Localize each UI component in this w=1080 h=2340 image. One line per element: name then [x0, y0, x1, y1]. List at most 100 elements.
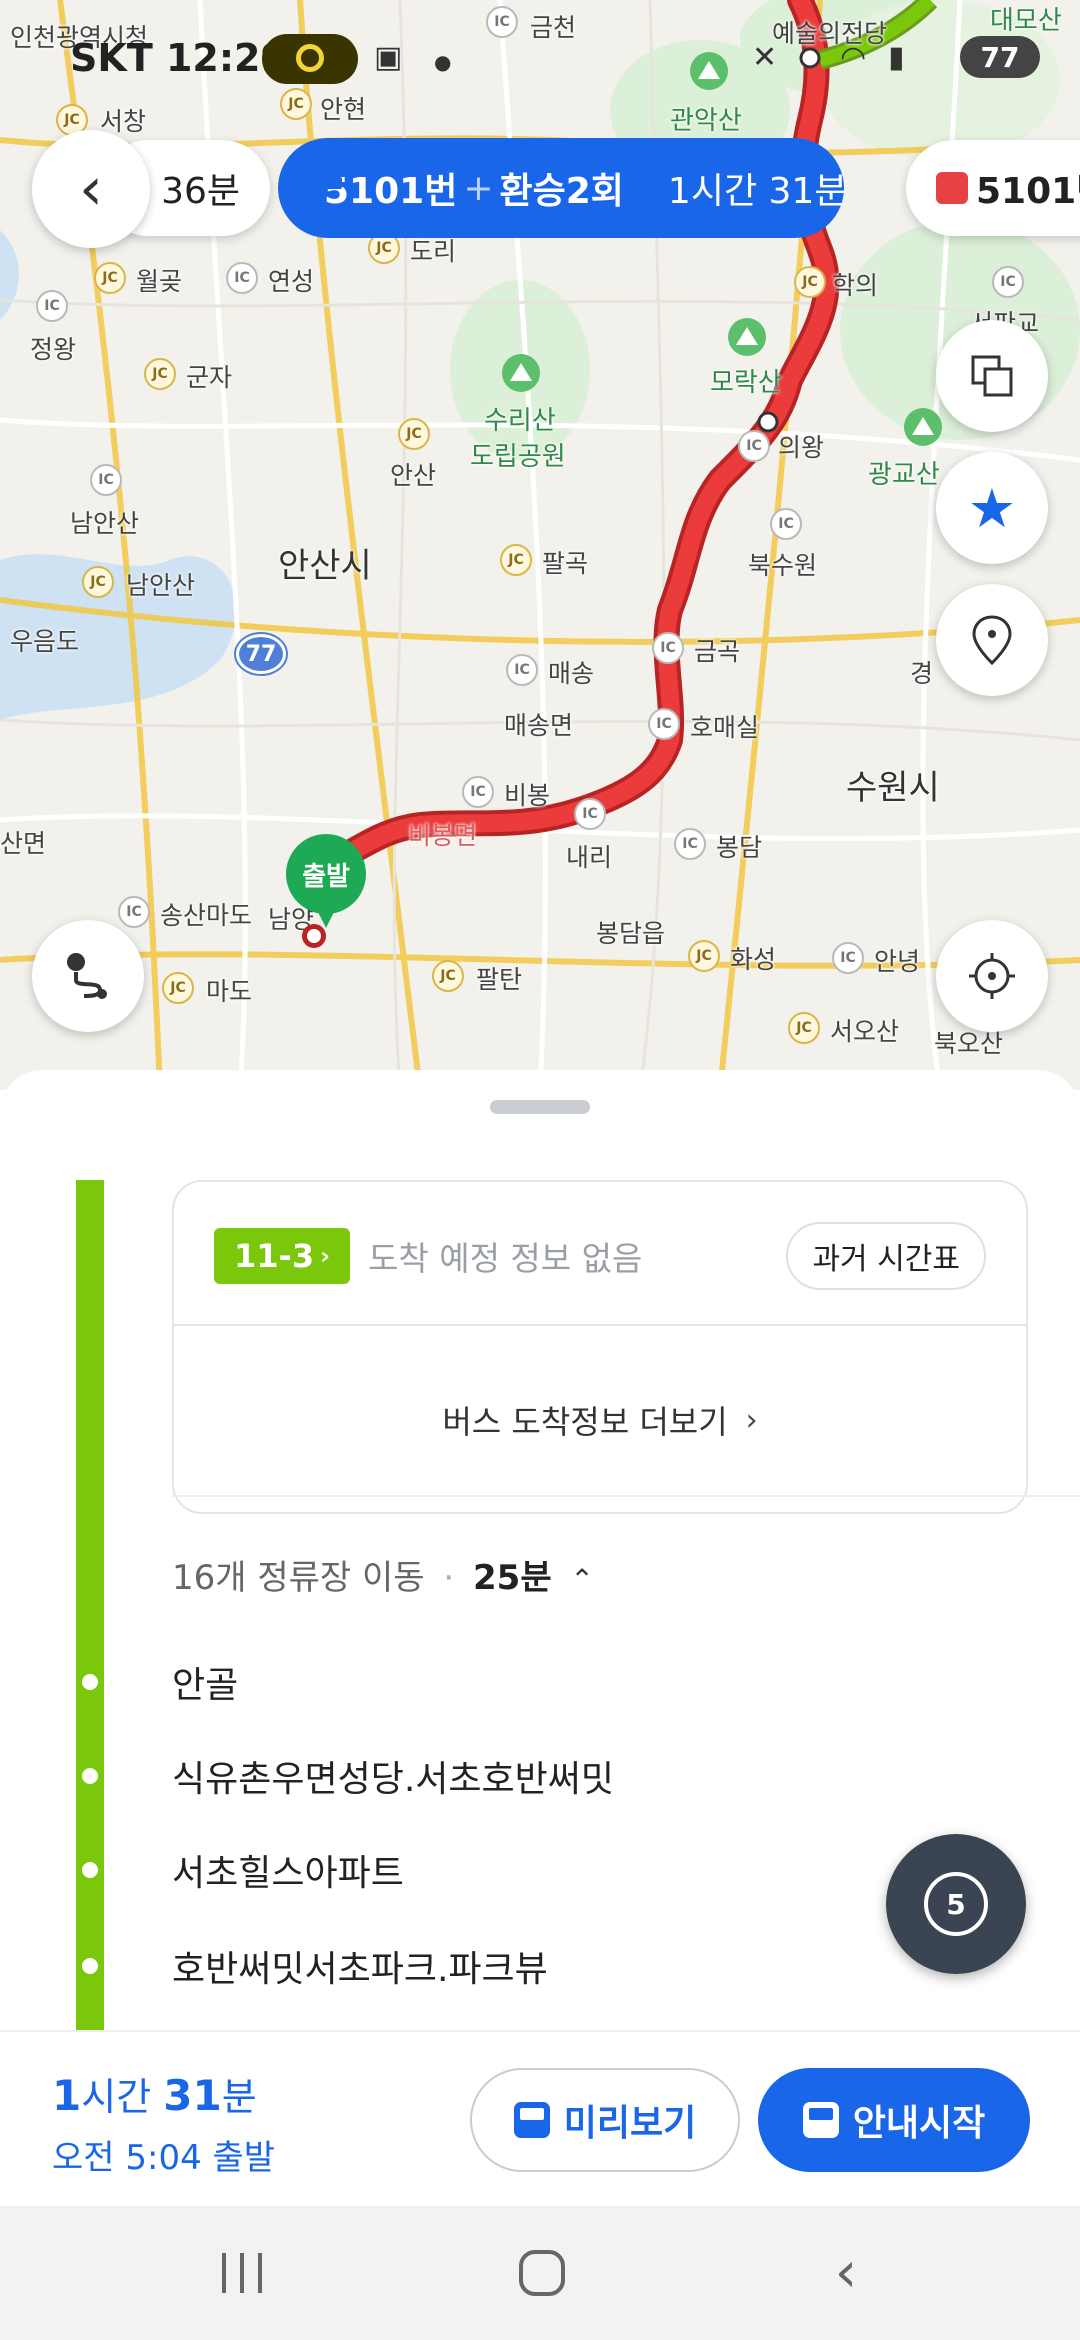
map-label: 광교산	[868, 460, 940, 490]
total-travel-time: 1시간 31분	[52, 2066, 257, 2121]
jc-marker: JC	[432, 960, 464, 992]
stop-dot	[82, 1674, 98, 1690]
preview-button[interactable]: 미리보기	[470, 2068, 740, 2172]
hours-unit: 시간	[81, 2075, 152, 2119]
route-view-button[interactable]	[32, 920, 144, 1032]
more-arrival-label: 버스 도착정보 더보기	[442, 1403, 728, 1441]
ic-marker: IC	[226, 262, 258, 294]
ic-marker: IC	[462, 776, 494, 808]
stops-count: 16개 정류장 이동	[172, 1558, 425, 1598]
map-label: 수원시	[846, 768, 940, 808]
map-label: 안녕	[874, 947, 921, 976]
route-option-next[interactable]: 5101번	[906, 140, 1080, 236]
recents-button[interactable]	[202, 2240, 282, 2306]
route-77-shield: 77	[236, 634, 286, 674]
favorite-button[interactable]: ★	[936, 452, 1048, 564]
map-label: 안산시	[278, 546, 372, 586]
home-button[interactable]	[502, 2240, 582, 2306]
ic-marker: IC	[574, 798, 606, 830]
start-marker[interactable]: 출발	[286, 834, 366, 944]
stop-dot	[82, 1768, 98, 1784]
status-time: SKT 12:29	[70, 36, 287, 80]
stop-item: 서초힐스아파트	[172, 1853, 404, 1894]
screenshot-icon: ▣	[374, 40, 403, 75]
layers-icon	[971, 355, 1013, 397]
map-label: 비봉	[504, 781, 551, 810]
route-path-icon	[67, 953, 107, 999]
mountain-icon	[502, 354, 540, 392]
chevron-right-icon: ›	[320, 1242, 330, 1270]
map-label: 팔탄	[476, 965, 523, 994]
jc-marker: JC	[688, 940, 720, 972]
map-label: 송산마도	[160, 901, 253, 930]
map-label: 월곶	[136, 267, 183, 296]
ic-marker: IC	[674, 828, 706, 860]
map-label: 우음도	[10, 627, 80, 656]
location-pin-button[interactable]	[936, 584, 1048, 696]
map-layers-button[interactable]	[936, 320, 1048, 432]
map-label: 도립공원	[470, 442, 566, 472]
signal-icon: ▮	[888, 40, 905, 75]
ic-marker: IC	[832, 942, 864, 974]
bus-icon	[802, 2102, 839, 2138]
refresh-count: 5	[946, 1887, 966, 1921]
route-bus-number: 5101번	[324, 171, 458, 212]
jc-marker: JC	[162, 972, 194, 1004]
map-label: 비봉면	[408, 821, 478, 850]
map-label: 매송	[548, 659, 595, 688]
jc-marker: JC	[94, 262, 126, 294]
ic-marker: IC	[652, 632, 684, 664]
separator-dot: ·	[443, 1558, 455, 1598]
map-pin-icon	[972, 615, 1012, 666]
chevron-up-icon: ⌃	[570, 1563, 594, 1596]
bottom-action-bar: 1시간 31분 오전 5:04 출발 미리보기 안내시작	[0, 2030, 1080, 2206]
map-label: 의왕	[778, 433, 825, 462]
start-point	[302, 924, 326, 948]
jc-marker: JC	[794, 266, 826, 298]
divider	[172, 1495, 1080, 1497]
ic-marker: IC	[648, 708, 680, 740]
map-label: 봉담읍	[596, 919, 666, 948]
refresh-button[interactable]: 5	[886, 1834, 1026, 1974]
stops-summary-toggle[interactable]: 16개 정류장 이동 · 25분 ⌃	[172, 1550, 594, 1599]
arrival-status: 도착 예정 정보 없음	[368, 1239, 643, 1278]
route-transfers: 환승2회	[499, 171, 624, 212]
map-label: 호매실	[690, 713, 760, 742]
map-label: 안산	[390, 461, 437, 490]
recording-pill	[262, 34, 358, 84]
sheet-drag-handle[interactable]	[490, 1100, 590, 1114]
nav-back-button[interactable]: ‹	[806, 2240, 886, 2306]
ic-marker: IC	[992, 266, 1024, 298]
bus-route-badge[interactable]: 11-3 ›	[214, 1228, 350, 1284]
route-plus: +	[463, 167, 494, 209]
stop-item: 호반써밋서초파크.파크뷰	[172, 1949, 548, 1990]
bus-route-number: 11-3	[234, 1237, 315, 1275]
route-option-active[interactable]: 5101번 + 환승2회 1시간 31분	[278, 138, 847, 238]
map-label: 모락산	[710, 368, 782, 398]
ic-marker: IC	[770, 508, 802, 540]
map-label: 화성	[730, 945, 777, 974]
bus-icon	[936, 172, 968, 204]
map-label: 군자	[186, 363, 233, 392]
total-minutes: 31	[163, 2071, 222, 2120]
map-label: 연성	[268, 267, 315, 296]
ic-marker: IC	[36, 290, 68, 322]
chevron-right-icon: ›	[745, 1402, 758, 1438]
map-label: 남안산	[70, 509, 140, 538]
arrival-row: 11-3 › 도착 예정 정보 없음 과거 시간표	[174, 1182, 1026, 1326]
stop-item: 식유촌우면성당.서초호반써밋	[172, 1759, 615, 1800]
more-arrival-info-link[interactable]: 버스 도착정보 더보기 ›	[174, 1326, 1026, 1514]
departure-time: 오전 5:04 출발	[52, 2138, 276, 2178]
jc-marker: JC	[788, 1012, 820, 1044]
stop-dot	[82, 1958, 98, 1974]
status-bar: SKT 12:29 ▣ ● ✕ ◠ ▮ 77	[0, 0, 1080, 110]
star-icon: ★	[967, 476, 1017, 540]
past-timetable-button[interactable]: 과거 시간표	[786, 1222, 986, 1290]
start-guidance-button[interactable]: 안내시작	[758, 2068, 1030, 2172]
my-location-button[interactable]	[936, 920, 1048, 1032]
ic-marker: IC	[118, 896, 150, 928]
total-hours: 1	[52, 2071, 82, 2120]
back-button[interactable]: ‹	[32, 130, 150, 248]
map-label: 학의	[832, 271, 879, 300]
jc-marker: JC	[500, 544, 532, 576]
